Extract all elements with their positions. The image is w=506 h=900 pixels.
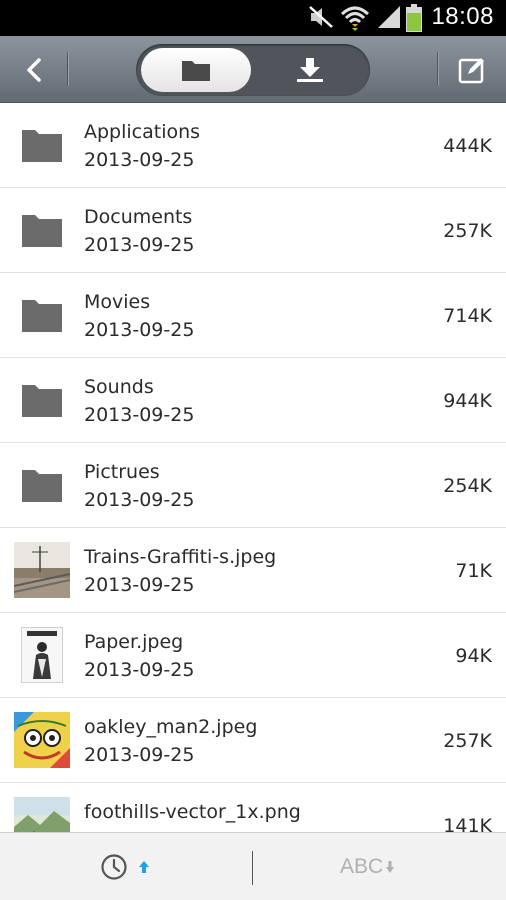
file-date: 2013-09-25	[84, 149, 195, 171]
file-list: Applications 2013-09-25 444K Documents 2…	[0, 103, 506, 832]
file-date: 2013-09-25	[84, 489, 195, 511]
status-bar: 18:08	[0, 0, 506, 36]
file-size: 257K	[443, 220, 492, 242]
image-thumbnail	[14, 797, 70, 832]
chevron-left-icon	[27, 58, 41, 82]
view-toggle	[136, 44, 370, 96]
file-size: 254K	[443, 475, 492, 497]
file-name: Movies	[84, 291, 151, 313]
wifi-icon	[340, 6, 370, 31]
edit-icon	[458, 58, 484, 84]
signal-icon	[378, 6, 400, 28]
file-date: 2013-09-25	[84, 659, 195, 681]
file-name: Paper.jpeg	[84, 631, 184, 653]
list-item[interactable]: Applications 2013-09-25 444K	[0, 103, 506, 188]
file-date: 2013-09-25	[84, 234, 195, 256]
toolbar-divider	[437, 52, 438, 86]
file-size: 714K	[443, 305, 492, 327]
file-name: Sounds	[84, 376, 154, 398]
arrow-up-icon	[139, 861, 149, 873]
battery-icon	[406, 4, 422, 32]
file-size: 141K	[443, 815, 492, 832]
file-name: Applications	[84, 121, 201, 143]
image-thumbnail	[14, 627, 70, 683]
file-size: 71K	[455, 560, 492, 582]
folder-icon	[14, 287, 70, 343]
list-item[interactable]: Sounds 2013-09-25 944K	[0, 358, 506, 443]
file-name: Trains-Graffiti-s.jpeg	[84, 546, 277, 568]
download-icon	[297, 58, 323, 82]
list-item[interactable]: Documents 2013-09-25 257K	[0, 188, 506, 273]
file-date: 2013-09-25	[84, 404, 195, 426]
tab-downloads[interactable]	[255, 48, 365, 92]
folder-icon	[14, 372, 70, 428]
file-name: foothills-vector_1x.png	[84, 801, 301, 823]
status-time: 18:08	[431, 3, 494, 30]
file-name: Pictrues	[84, 461, 160, 483]
folder-icon	[14, 202, 70, 258]
back-button[interactable]	[14, 50, 54, 90]
file-name: Documents	[84, 206, 193, 228]
toolbar-divider	[67, 52, 68, 86]
list-item[interactable]: foothills-vector_1x.png 2013-09-25 141K	[0, 783, 506, 832]
list-item[interactable]: oakley_man2.jpeg 2013-09-25 257K	[0, 698, 506, 783]
list-item[interactable]: Pictrues 2013-09-25 254K	[0, 443, 506, 528]
sort-by-name-button[interactable]: ABC	[340, 851, 395, 883]
file-size: 94K	[455, 645, 492, 667]
file-date: 2013-09-25	[84, 574, 195, 596]
clock-icon	[101, 854, 127, 880]
list-item[interactable]: Trains-Graffiti-s.jpeg 2013-09-25 71K	[0, 528, 506, 613]
folder-icon	[14, 457, 70, 513]
sort-divider	[252, 851, 253, 885]
file-date: 2013-09-25	[84, 744, 195, 766]
list-item[interactable]: Paper.jpeg 2013-09-25 94K	[0, 613, 506, 698]
folder-icon	[14, 117, 70, 173]
file-size: 944K	[443, 390, 492, 412]
sort-bar: ABC	[0, 832, 506, 900]
mute-icon	[309, 6, 333, 28]
file-size: 257K	[443, 730, 492, 752]
list-item[interactable]: Movies 2013-09-25 714K	[0, 273, 506, 358]
edit-button[interactable]	[452, 50, 492, 90]
arrow-down-icon	[386, 861, 395, 873]
image-thumbnail	[14, 542, 70, 598]
file-name: oakley_man2.jpeg	[84, 716, 258, 738]
file-size: 444K	[443, 135, 492, 157]
tab-folders[interactable]	[141, 48, 251, 92]
folder-icon	[182, 61, 210, 81]
file-date: 2013-09-25	[84, 319, 195, 341]
sort-name-label: ABC	[340, 855, 384, 878]
toolbar	[0, 36, 506, 103]
image-thumbnail	[14, 712, 70, 768]
sort-by-date-button[interactable]	[100, 847, 170, 887]
